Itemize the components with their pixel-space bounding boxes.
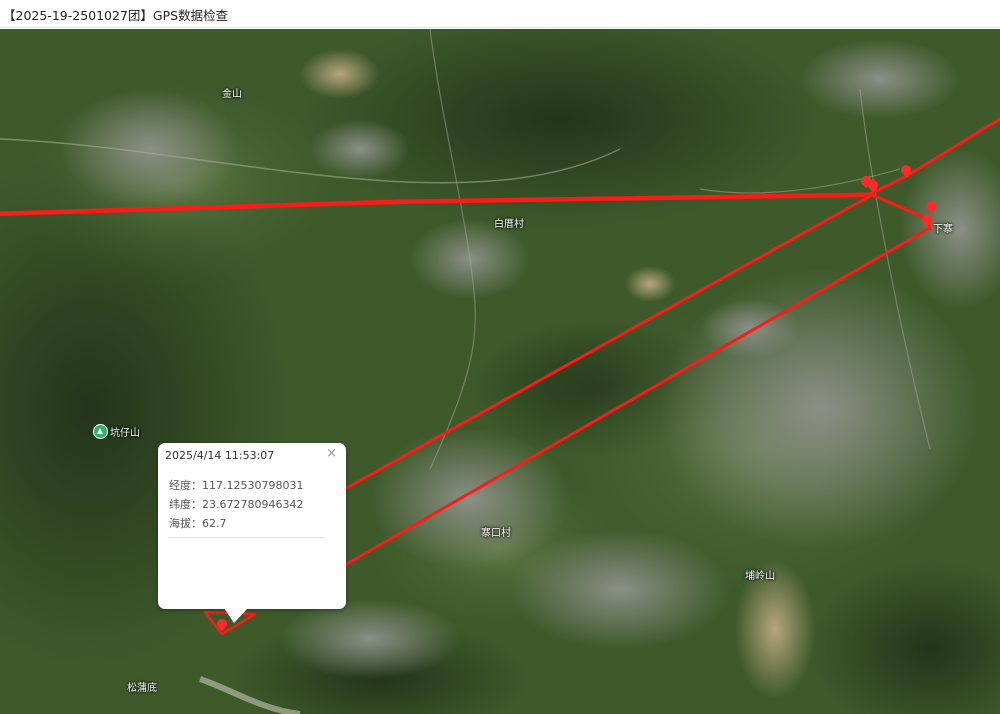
- poi-label: 坑仔山: [110, 428, 140, 439]
- track-point-marker[interactable]: [925, 201, 937, 213]
- place-label-xiazhai: 下寨: [933, 224, 953, 235]
- window-titlebar: 【2025-19-2501027团】GPS数据检查: [0, 0, 1000, 28]
- latitude-label: 纬度：: [169, 498, 202, 511]
- popup-divider: [168, 537, 326, 538]
- satellite-map[interactable]: 金山 白厝村 下寨 寨口村 埔岭山 松蒲底 坑仔山 2025/4/14 11:5…: [0, 29, 1000, 714]
- longitude-row: 经度：117.12530798031: [169, 476, 303, 495]
- popup-details: 经度：117.12530798031 纬度：23.672780946342 海拔…: [169, 476, 303, 533]
- latitude-value: 23.672780946342: [202, 498, 304, 511]
- track-point-info-popup: 2025/4/14 11:53:07 × 经度：117.12530798031 …: [158, 443, 346, 623]
- altitude-label: 海拔：: [169, 517, 202, 530]
- longitude-value: 117.12530798031: [202, 479, 304, 492]
- poi-kengzaishan[interactable]: 坑仔山: [94, 424, 140, 439]
- popup-pointer: [224, 608, 248, 623]
- longitude-label: 经度：: [169, 479, 202, 492]
- track-point-marker[interactable]: [921, 215, 933, 227]
- popup-timestamp: 2025/4/14 11:53:07: [165, 449, 275, 462]
- mountain-icon: [94, 425, 107, 438]
- altitude-value: 62.7: [202, 517, 227, 530]
- place-label-zhaikou: 寨口村: [481, 528, 511, 539]
- latitude-row: 纬度：23.672780946342: [169, 495, 303, 514]
- close-icon[interactable]: ×: [326, 447, 337, 461]
- altitude-row: 海拔：62.7: [169, 514, 303, 533]
- place-label-jinshan: 金山: [222, 89, 242, 100]
- satellite-basemap: [0, 29, 1000, 714]
- track-point-marker[interactable]: [900, 165, 912, 177]
- window-title: 【2025-19-2501027团】GPS数据检查: [3, 8, 229, 23]
- place-label-songpudi: 松蒲底: [127, 683, 157, 694]
- track-point-marker[interactable]: [867, 180, 879, 192]
- place-label-baicuo: 白厝村: [494, 219, 524, 230]
- place-label-pulingshan: 埔岭山: [745, 571, 775, 582]
